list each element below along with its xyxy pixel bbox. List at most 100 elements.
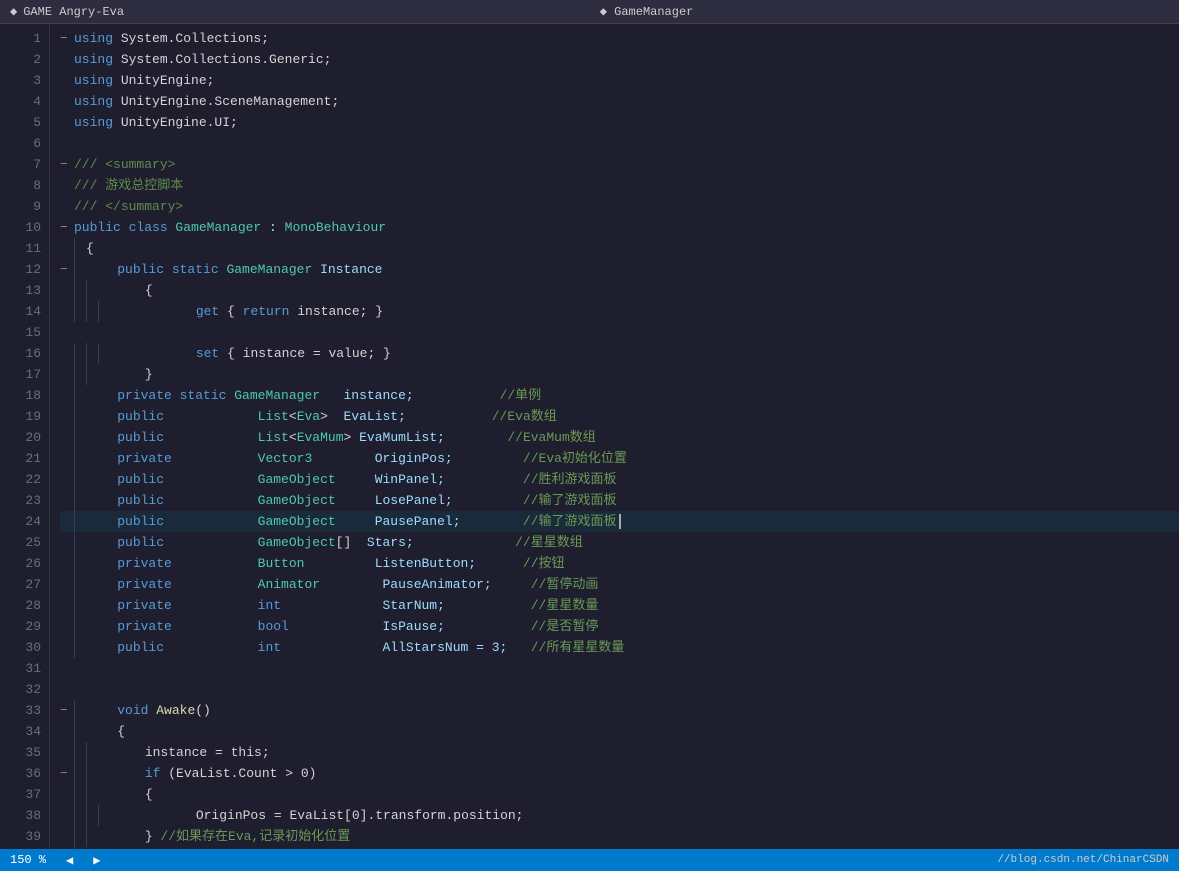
fold-button [60, 595, 72, 616]
line-number: 11 [4, 238, 41, 259]
code-token: Awake [156, 700, 195, 721]
line-number: 38 [4, 805, 41, 826]
code-token: OriginPos; [375, 448, 523, 469]
line-number: 13 [4, 280, 41, 301]
indent-space [86, 616, 117, 637]
line-number: 8 [4, 175, 41, 196]
fold-button[interactable]: − [60, 28, 72, 49]
indent-guide [86, 364, 98, 385]
fold-button [60, 448, 72, 469]
code-line: } [60, 364, 1179, 385]
fold-button [60, 490, 72, 511]
fold-button[interactable]: − [60, 700, 72, 721]
code-token: public [74, 217, 129, 238]
status-bar: 150 % ◀ ▶ //blog.csdn.net/ChinarCSDN [0, 849, 1179, 871]
fold-button [60, 175, 72, 196]
fold-button [60, 511, 72, 532]
code-token: UnityEngine.SceneManagement [121, 91, 332, 112]
fold-button [60, 385, 72, 406]
code-token: static [180, 385, 235, 406]
code-token: //所有星星数量 [531, 637, 625, 658]
code-token: ListenButton; [375, 553, 523, 574]
code-token: Vector3 [258, 448, 313, 469]
code-token: GameObject [258, 532, 336, 553]
line-number: 33 [4, 700, 41, 721]
code-token: public [117, 532, 172, 553]
code-line: private Vector3 OriginPos; //Eva初始化位置 [60, 448, 1179, 469]
fold-button [60, 364, 72, 385]
code-content[interactable]: −using System.Collections; using System.… [50, 24, 1179, 849]
code-token: { [219, 301, 242, 322]
line-number: 28 [4, 595, 41, 616]
code-body[interactable]: 1234567891011121314151617181920212223242… [0, 24, 1179, 849]
indent-space [86, 448, 117, 469]
indent-guide [74, 532, 86, 553]
code-token: </summary> [105, 196, 183, 217]
code-token: StarNum; [382, 595, 530, 616]
code-editor: 1234567891011121314151617181920212223242… [0, 24, 1179, 871]
code-token: //单例 [500, 385, 542, 406]
code-token: List [258, 427, 289, 448]
indent-guide [74, 616, 86, 637]
indent-guide [74, 385, 86, 406]
code-token [172, 637, 258, 658]
code-token: //按钮 [523, 553, 565, 574]
line-number: 31 [4, 658, 41, 679]
nav-right[interactable]: ▶ [93, 853, 100, 868]
indent-space [86, 553, 117, 574]
code-token [172, 490, 258, 511]
indent-space [86, 259, 117, 280]
code-line: /// </summary> [60, 196, 1179, 217]
fold-button [60, 847, 72, 849]
code-token: { [86, 238, 94, 259]
fold-button[interactable]: − [60, 259, 72, 280]
fold-button [60, 658, 72, 679]
line-number: 34 [4, 721, 41, 742]
code-token: instance; [320, 385, 499, 406]
title-bar-center: ◆ GameManager [124, 4, 1169, 19]
code-token: Animator [258, 574, 320, 595]
game-icon: ◆ [10, 4, 17, 19]
code-token: return [243, 301, 290, 322]
fold-button[interactable]: − [60, 154, 72, 175]
code-token: get [196, 301, 219, 322]
fold-button [60, 637, 72, 658]
fold-button[interactable]: − [60, 217, 72, 238]
indent-guide [98, 343, 110, 364]
code-token: if [145, 763, 168, 784]
code-token: Eva [297, 406, 320, 427]
indent-space [98, 763, 145, 784]
fold-button[interactable]: − [60, 763, 72, 784]
code-token: using [74, 112, 121, 133]
line-number: 30 [4, 637, 41, 658]
code-token: System.Collections.Generic [121, 49, 324, 70]
code-token [312, 448, 374, 469]
code-token: bool [258, 616, 289, 637]
indent-guide [74, 490, 86, 511]
nav-left[interactable]: ◀ [66, 853, 73, 868]
line-number: 2 [4, 49, 41, 70]
code-line: using UnityEngine.SceneManagement; [60, 91, 1179, 112]
fold-button [60, 133, 72, 154]
indent-space [110, 343, 196, 364]
code-token: System.Collections [121, 28, 261, 49]
fold-button [60, 112, 72, 133]
code-line: private Animator PauseAnimator; //暂停动画 [60, 574, 1179, 595]
code-token: (EvaList.Count > 0) [168, 763, 316, 784]
code-token: /// [74, 196, 105, 217]
indent-space [86, 721, 117, 742]
indent-space [86, 490, 117, 511]
code-token [172, 427, 258, 448]
fold-button [60, 679, 72, 700]
code-token: MonoBehaviour [285, 217, 386, 238]
indent-guide [74, 469, 86, 490]
code-token: GameObject [258, 469, 336, 490]
code-line: public List<Eva> EvaList; //Eva数组 [60, 406, 1179, 427]
indent-guide [98, 805, 110, 826]
indent-space [98, 784, 145, 805]
code-token: AllStarsNum = 3; [382, 637, 530, 658]
code-token: static [172, 259, 227, 280]
code-token: private [117, 595, 179, 616]
code-token [172, 514, 258, 529]
code-line: { [60, 784, 1179, 805]
